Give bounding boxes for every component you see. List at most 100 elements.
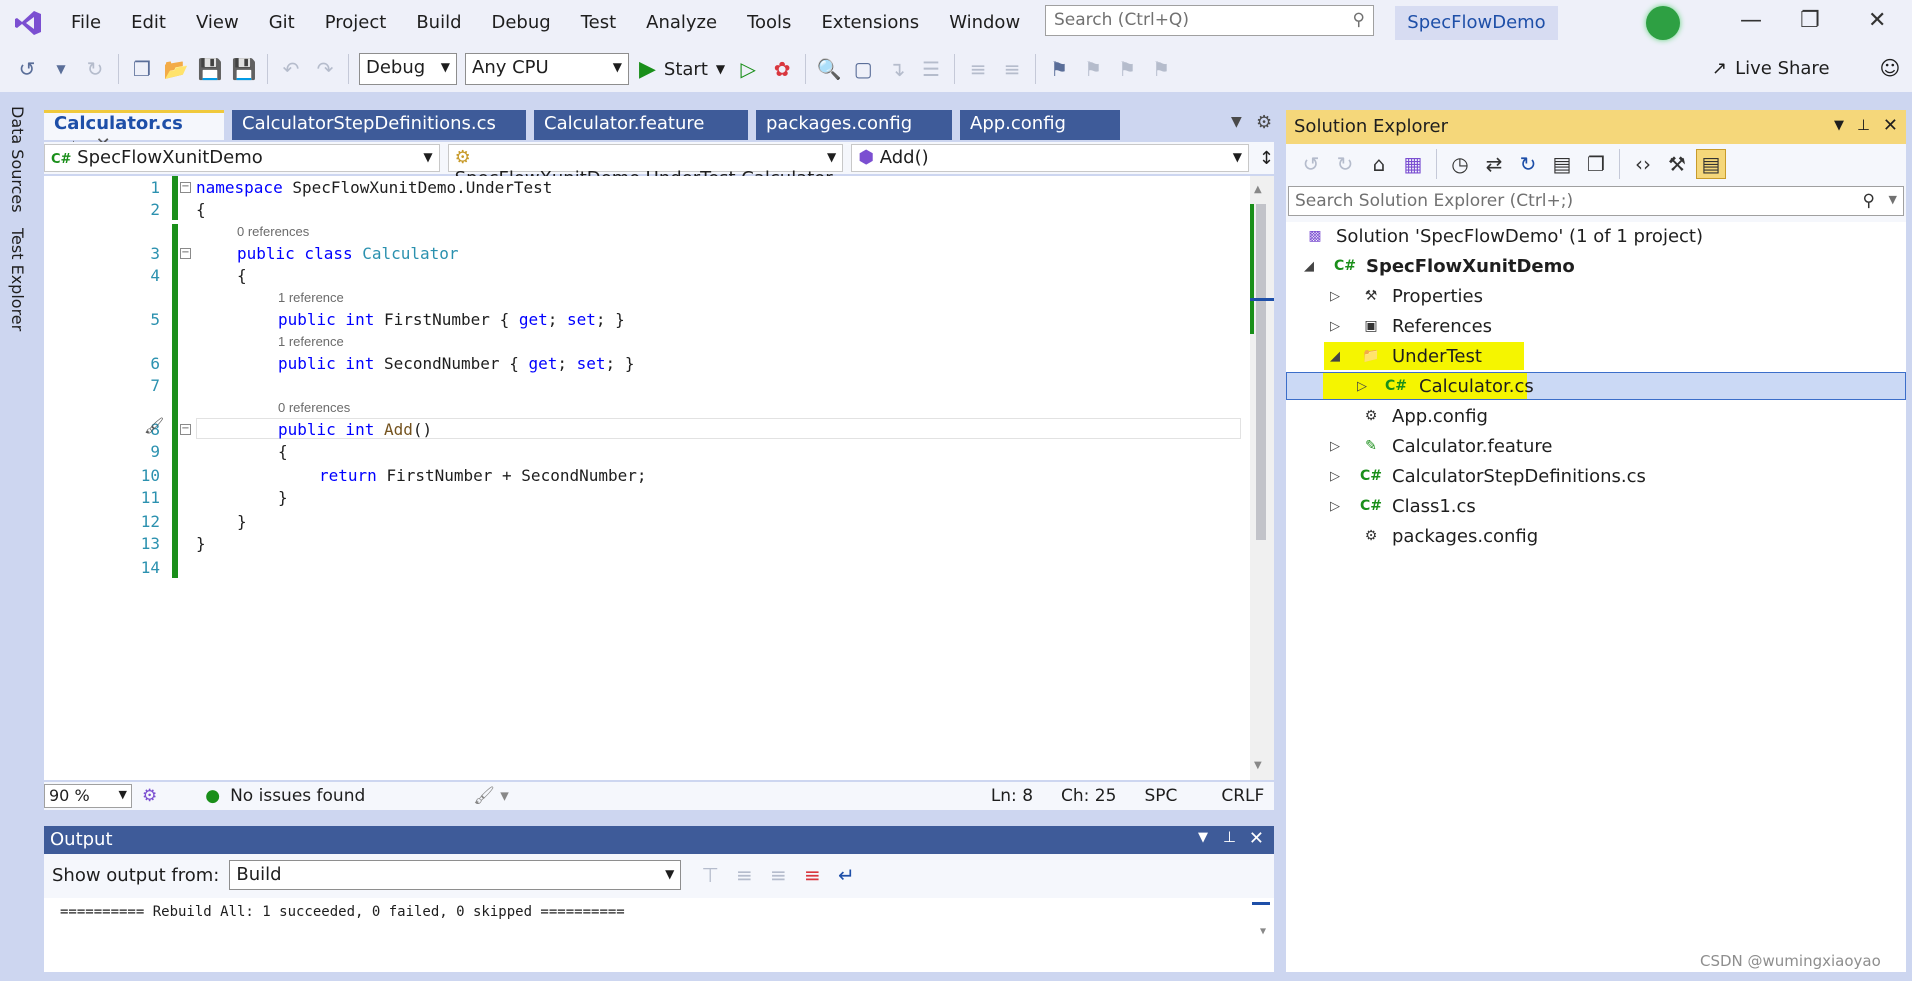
clear-all-icon[interactable]: ≡	[797, 860, 827, 890]
close-icon[interactable]: ✕	[1249, 828, 1264, 849]
menu-test[interactable]: Test	[566, 0, 631, 46]
scroll-down-icon[interactable]: ▼	[1254, 760, 1262, 771]
undo-icon[interactable]: ↶	[276, 54, 306, 84]
expanded-triangle-icon[interactable]: ◢	[1330, 349, 1340, 364]
platform-select[interactable]: Any CPU ▼	[465, 53, 629, 85]
tree-node-solution[interactable]: ▩ Solution 'SpecFlowDemo' (1 of 1 projec…	[1286, 222, 1906, 250]
refresh-icon[interactable]: ↻	[1513, 149, 1543, 179]
forward-icon[interactable]: ↻	[80, 54, 110, 84]
quick-action-brush-icon[interactable]: 🖌	[144, 416, 164, 435]
menu-window[interactable]: Window	[934, 0, 1035, 46]
expanded-triangle-icon[interactable]: ◢	[1304, 259, 1314, 274]
menu-project[interactable]: Project	[310, 0, 402, 46]
collapse-icon[interactable]: −	[180, 182, 191, 193]
zoom-select[interactable]: 90 % ▼	[44, 784, 132, 808]
line-ending-indicator[interactable]: CRLF	[1221, 786, 1264, 806]
code-lens-references[interactable]: 1 reference	[278, 334, 344, 349]
next-message-icon[interactable]: ≡	[763, 860, 793, 890]
align-icon[interactable]: ☰	[916, 54, 946, 84]
view-code-icon[interactable]: ‹›	[1628, 149, 1658, 179]
back-icon[interactable]: ↺	[1296, 149, 1326, 179]
prev-message-icon[interactable]: ≡	[729, 860, 759, 890]
tree-node-properties[interactable]: ▷ ⚒ Properties	[1286, 282, 1906, 310]
code-lens-references[interactable]: 0 references	[278, 400, 350, 415]
open-folder-icon[interactable]: 📂	[161, 54, 191, 84]
collapsed-triangle-icon[interactable]: ▷	[1330, 289, 1340, 304]
show-all-files-icon[interactable]: ❐	[1581, 149, 1611, 179]
close-icon[interactable]: ✕	[1883, 115, 1898, 136]
feedback-person-icon[interactable]: ☺	[1880, 56, 1901, 80]
menu-tools[interactable]: Tools	[732, 0, 806, 46]
pin-icon[interactable]: ⊥	[1857, 116, 1870, 134]
column-indicator[interactable]: Ch: 25	[1061, 786, 1116, 806]
visual-studio-logo-icon[interactable]	[0, 0, 56, 46]
account-avatar[interactable]	[1646, 6, 1680, 40]
collapsed-triangle-icon[interactable]: ▷	[1330, 319, 1340, 334]
tree-node-calculator-cs[interactable]: ▷ C# Calculator.cs	[1286, 372, 1906, 400]
code-editor[interactable]: 1 2 3 4 5 6 7 8 9 10 11 12 13 14 🖌 − − −…	[44, 176, 1274, 780]
chevron-down-icon[interactable]: ▼	[1198, 830, 1208, 845]
back-icon[interactable]: ↺	[12, 54, 42, 84]
save-all-icon[interactable]: 💾	[229, 54, 259, 84]
prev-bookmark-icon[interactable]: ⚑	[1078, 54, 1108, 84]
start-debugging-button[interactable]: ▶ Start ▼	[639, 57, 725, 82]
outdent-icon[interactable]: ≡	[997, 54, 1027, 84]
code-cleanup-icon[interactable]: 🖌 ▾	[473, 786, 509, 806]
start-without-debugging-icon[interactable]: ▷	[733, 54, 763, 84]
chevron-down-icon[interactable]: ▼	[1834, 118, 1844, 133]
code-lens-references[interactable]: 1 reference	[278, 290, 344, 305]
tree-node-packages-config[interactable]: ⚙ packages.config	[1286, 522, 1906, 550]
forward-icon[interactable]: ↻	[1330, 149, 1360, 179]
clear-bookmarks-icon[interactable]: ⚑	[1146, 54, 1176, 84]
collapse-all-icon[interactable]: ▤	[1547, 149, 1577, 179]
menu-file[interactable]: File	[56, 0, 116, 46]
back-dropdown-icon[interactable]: ▼	[46, 54, 76, 84]
menu-edit[interactable]: Edit	[116, 0, 181, 46]
tab-calculator-cs[interactable]: Calculator.cs ⊥ ✕	[44, 110, 224, 155]
line-indicator[interactable]: Ln: 8	[991, 786, 1033, 806]
collapsed-triangle-icon[interactable]: ▷	[1330, 439, 1340, 454]
redo-icon[interactable]: ↷	[310, 54, 340, 84]
switch-views-icon[interactable]: ▦	[1398, 149, 1428, 179]
live-share-button[interactable]: ↗ Live Share ☺	[1712, 56, 1900, 80]
menu-analyze[interactable]: Analyze	[631, 0, 732, 46]
minimize-icon[interactable]: —	[1740, 8, 1762, 33]
tree-node-class1[interactable]: ▷ C# Class1.cs	[1286, 492, 1906, 520]
member-select[interactable]: ⬢ Add() ▼	[851, 144, 1249, 172]
browse-folder-icon[interactable]: 🔍	[814, 54, 844, 84]
step-icon[interactable]: ↴	[882, 54, 912, 84]
tree-node-step-definitions[interactable]: ▷ C# CalculatorStepDefinitions.cs	[1286, 462, 1906, 490]
scroll-up-icon[interactable]: ▲	[1254, 184, 1262, 195]
layout-icon[interactable]: ▢	[848, 54, 878, 84]
tab-list-dropdown-icon[interactable]: ▼	[1231, 114, 1242, 130]
next-bookmark-icon[interactable]: ⚑	[1112, 54, 1142, 84]
tab-calculator-feature[interactable]: Calculator.feature	[534, 110, 748, 140]
indent-icon[interactable]: ≡	[963, 54, 993, 84]
editor-vertical-scrollbar[interactable]: ▲ ▼	[1250, 176, 1274, 780]
issues-status[interactable]: No issues found	[230, 786, 365, 806]
tree-node-calculator-feature[interactable]: ▷ ✎ Calculator.feature	[1286, 432, 1906, 460]
menu-view[interactable]: View	[181, 0, 254, 46]
solution-explorer-search-input[interactable]: Search Solution Explorer (Ctrl+;) ⚲ ▼	[1288, 186, 1904, 216]
hot-reload-icon[interactable]: ✿	[767, 54, 797, 84]
tab-app-config[interactable]: App.config	[960, 110, 1120, 140]
split-editor-icon[interactable]: ↕	[1259, 148, 1274, 169]
tree-node-project[interactable]: ◢ C# SpecFlowXunitDemo	[1286, 252, 1906, 280]
side-tab-test-explorer[interactable]: Test Explorer	[8, 228, 27, 331]
configuration-select[interactable]: Debug ▼	[359, 53, 457, 85]
sync-icon[interactable]: ⇄	[1479, 149, 1509, 179]
scroll-down-icon[interactable]: ▼	[1260, 926, 1266, 937]
global-search-input[interactable]: Search (Ctrl+Q) ⚲	[1045, 5, 1374, 36]
menu-git[interactable]: Git	[254, 0, 310, 46]
preview-selected-icon[interactable]: ▤	[1696, 149, 1726, 179]
output-source-select[interactable]: Build ▼	[229, 860, 682, 890]
scroll-thumb[interactable]	[1256, 204, 1266, 540]
collapse-icon[interactable]: −	[180, 248, 191, 259]
side-tab-data-sources[interactable]: Data Sources	[8, 106, 27, 213]
home-icon[interactable]: ⌂	[1364, 149, 1394, 179]
new-project-icon[interactable]: ❐	[127, 54, 157, 84]
save-icon[interactable]: 💾	[195, 54, 225, 84]
output-text[interactable]: ========== Rebuild All: 1 succeeded, 0 f…	[44, 898, 1274, 972]
pin-icon[interactable]: ⊥	[1223, 828, 1236, 846]
properties-wrench-icon[interactable]: ⚒	[1662, 149, 1692, 179]
